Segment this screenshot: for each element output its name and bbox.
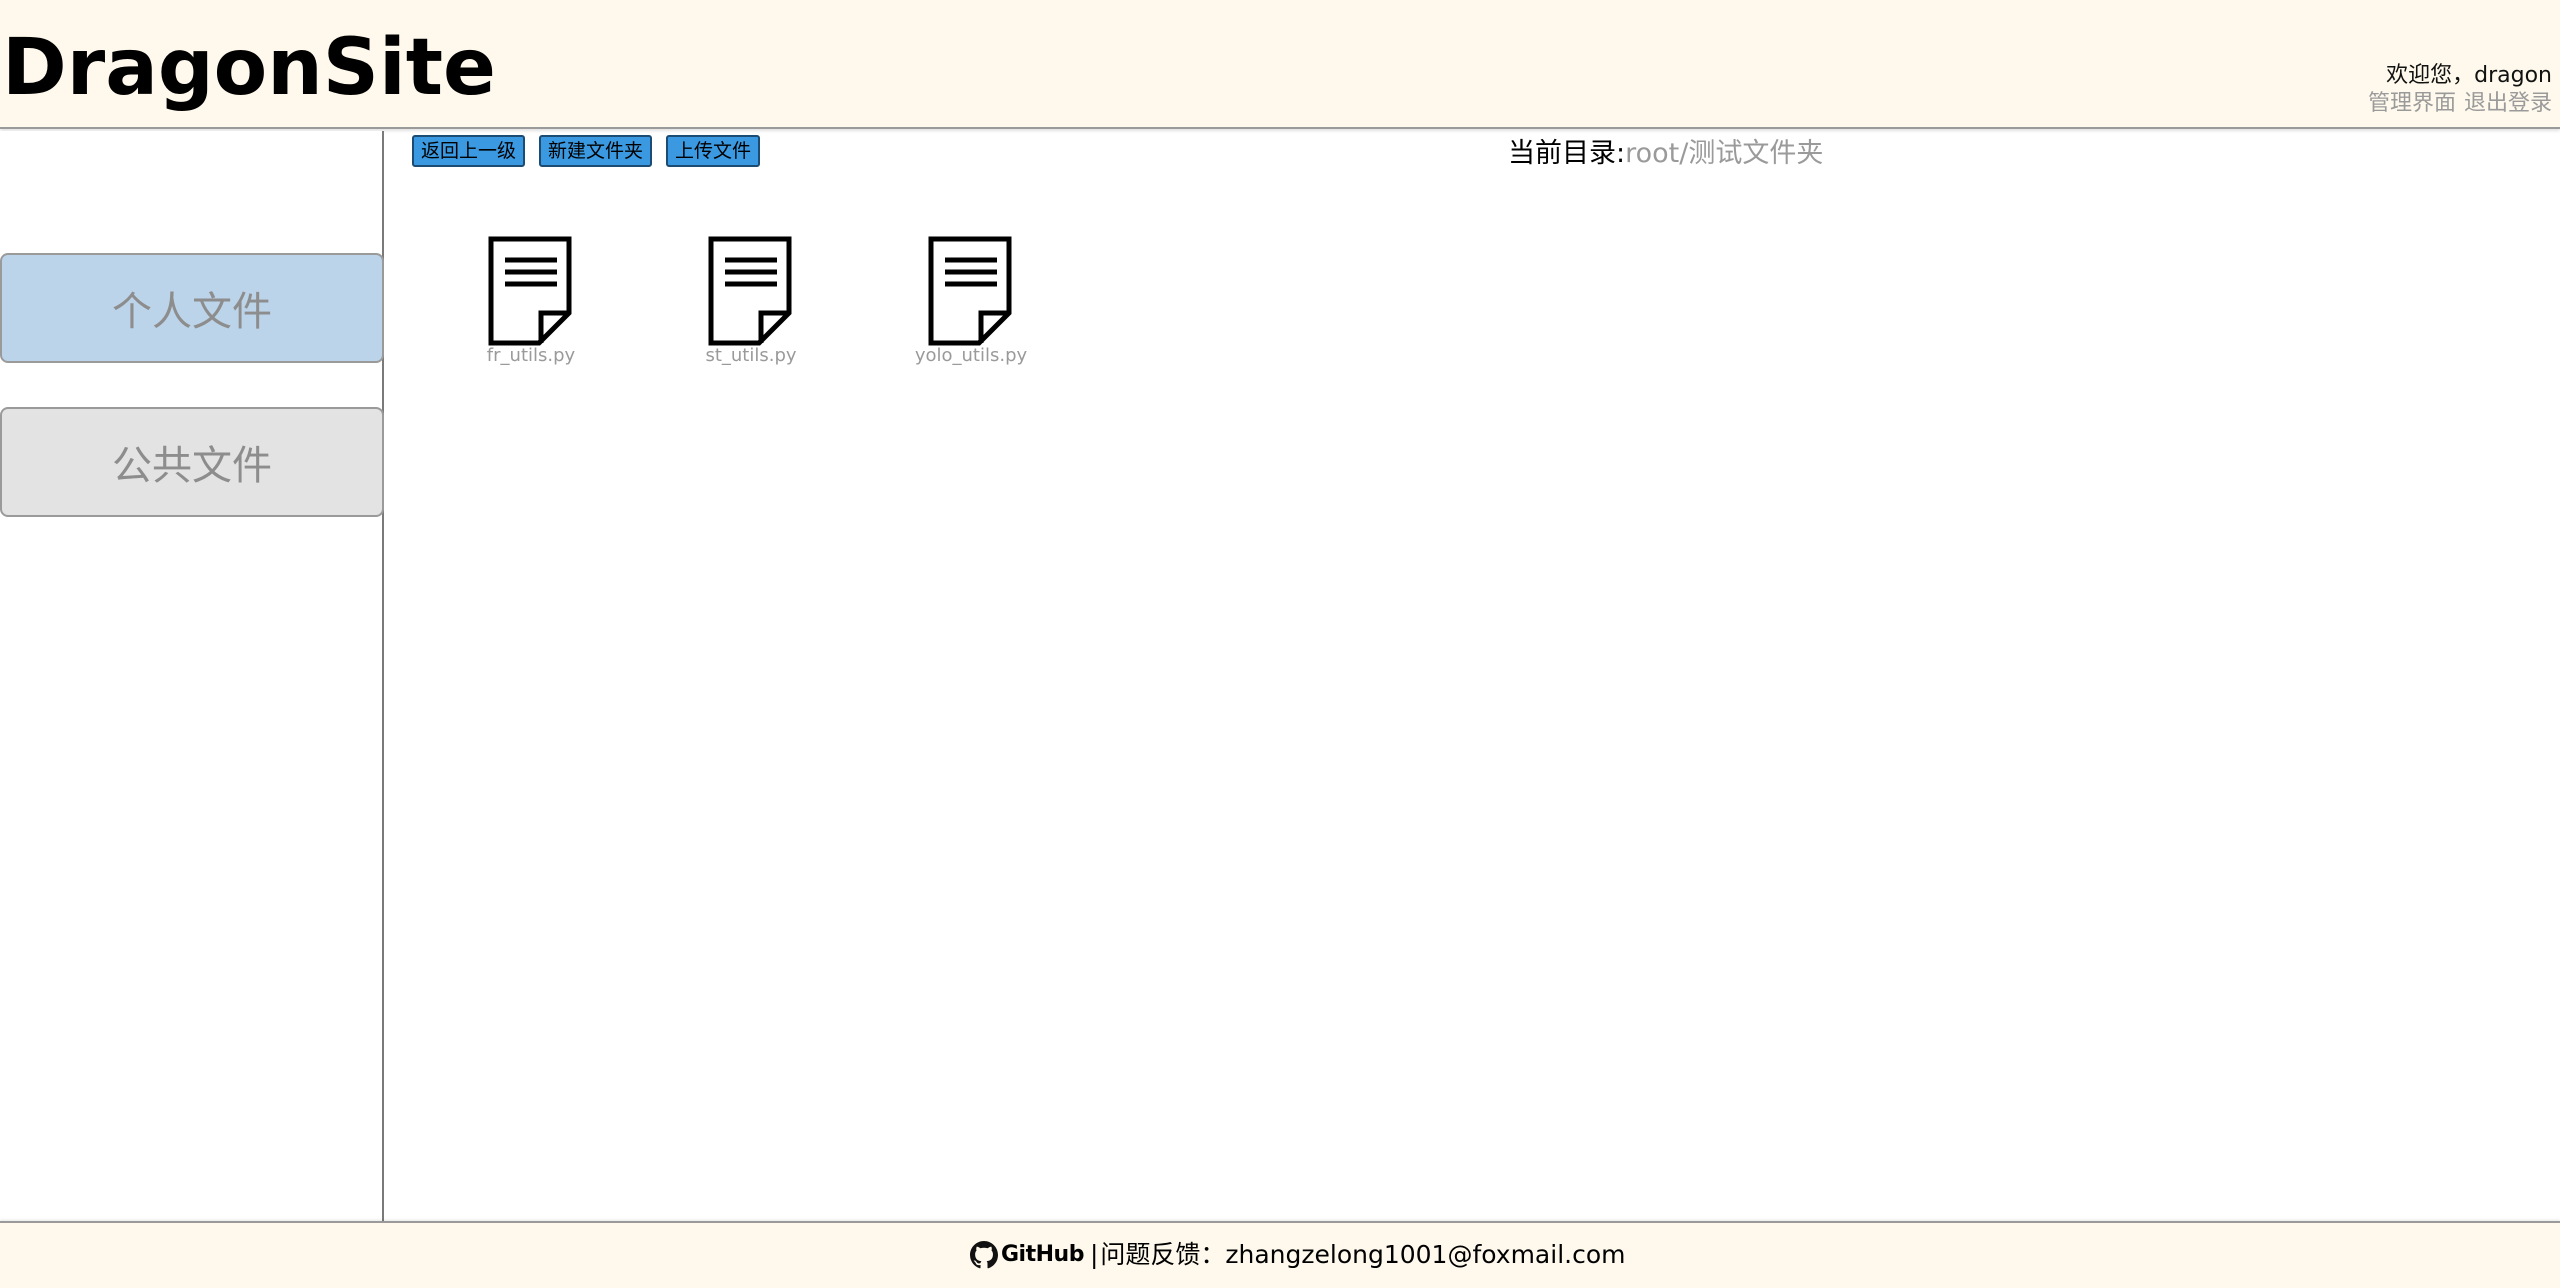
user-box: 欢迎您，dragon 管理界面 退出登录 bbox=[2360, 62, 2552, 118]
current-directory: 当前目录:root/测试文件夹 bbox=[1508, 137, 1823, 171]
main-content: 返回上一级 新建文件夹 上传文件 当前目录:root/测试文件夹 fr_util… bbox=[386, 131, 2560, 1221]
feedback-text: 问题反馈：zhangzelong1001@foxmail.com bbox=[1100, 1240, 1626, 1269]
file-item[interactable]: yolo_utils.py bbox=[896, 235, 1046, 367]
admin-link[interactable]: 管理界面 bbox=[2368, 91, 2456, 116]
github-label: GitHub bbox=[1001, 1242, 1084, 1267]
user-links: 管理界面 退出登录 bbox=[2360, 90, 2552, 118]
document-icon bbox=[708, 236, 792, 346]
footer-content: GitHub | 问题反馈：zhangzelong1001@foxmail.co… bbox=[970, 1238, 1626, 1272]
github-icon bbox=[970, 1241, 998, 1269]
welcome-text: 欢迎您，dragon bbox=[2386, 63, 2552, 88]
logout-link[interactable]: 退出登录 bbox=[2464, 91, 2552, 116]
current-directory-label: 当前目录: bbox=[1508, 138, 1626, 169]
sidebar-item-public-files[interactable]: 公共文件 bbox=[0, 407, 384, 517]
upload-button[interactable]: 上传文件 bbox=[666, 135, 761, 167]
github-link[interactable]: GitHub bbox=[970, 1238, 1084, 1272]
sidebar: 个人文件 公共文件 bbox=[0, 131, 384, 1221]
sidebar-item-personal-files[interactable]: 个人文件 bbox=[0, 253, 384, 363]
file-name: fr_utils.py bbox=[486, 345, 576, 366]
current-directory-path[interactable]: root/测试文件夹 bbox=[1625, 138, 1823, 169]
file-item[interactable]: fr_utils.py bbox=[456, 235, 606, 367]
back-button[interactable]: 返回上一级 bbox=[412, 135, 526, 167]
footer-separator: | bbox=[1089, 1240, 1099, 1269]
document-icon bbox=[488, 236, 572, 346]
document-icon bbox=[928, 236, 1012, 346]
site-title: DragonSite bbox=[2, 23, 496, 113]
new-folder-button[interactable]: 新建文件夹 bbox=[539, 135, 653, 167]
file-item[interactable]: st_utils.py bbox=[676, 235, 826, 367]
site-footer: GitHub | 问题反馈：zhangzelong1001@foxmail.co… bbox=[0, 1221, 2560, 1288]
site-header: DragonSite 欢迎您，dragon 管理界面 退出登录 bbox=[0, 0, 2560, 129]
file-name: st_utils.py bbox=[705, 345, 797, 366]
file-name: yolo_utils.py bbox=[914, 345, 1028, 366]
toolbar: 返回上一级 新建文件夹 上传文件 bbox=[412, 135, 761, 167]
